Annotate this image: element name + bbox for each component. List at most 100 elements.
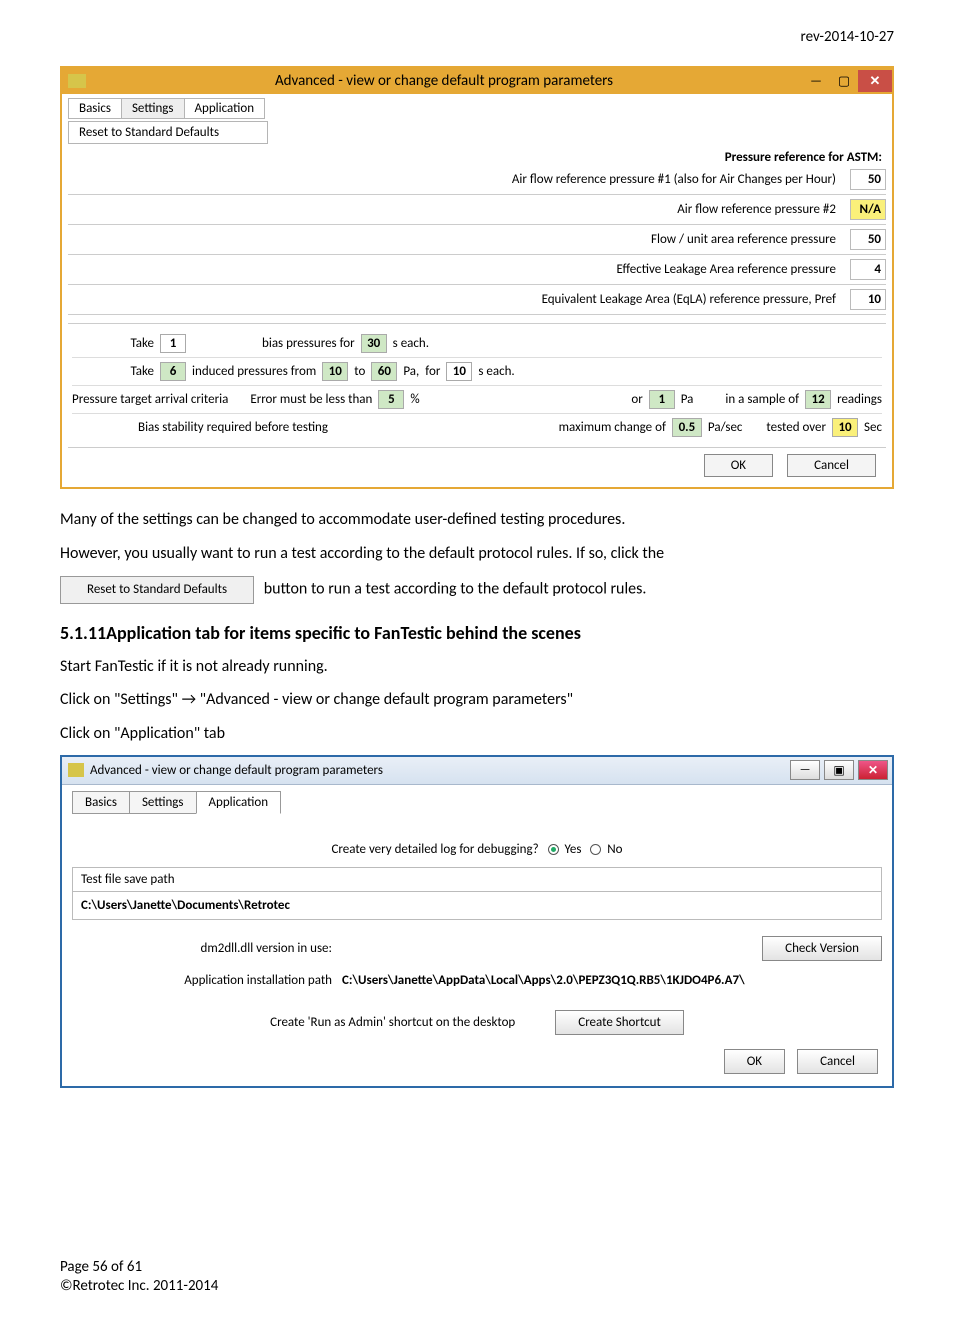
take-count-input[interactable]: 1 — [160, 334, 186, 353]
ok-button[interactable]: OK — [704, 454, 773, 477]
dialog-buttons: OK Cancel — [72, 1041, 882, 1076]
window-title: Advanced - view or change default progra… — [90, 763, 790, 778]
or-input[interactable]: 1 — [649, 390, 675, 409]
radio-yes[interactable] — [548, 844, 559, 855]
tab-settings[interactable]: Settings — [129, 791, 197, 814]
titlebar: Advanced - view or change default progra… — [62, 757, 892, 785]
press-label: Air flow reference pressure #1 (also for… — [68, 172, 842, 187]
page-footer: Page 56 of 61 ©Retrotec Inc. 2011-2014 — [60, 1258, 894, 1297]
tab-strip: Basics Settings Application — [72, 791, 882, 814]
tab-application[interactable]: Application — [196, 791, 282, 814]
testfile-block: Test file save path C:\Users\Janette\Doc… — [72, 867, 882, 920]
radio-no[interactable] — [590, 844, 601, 855]
reset-defaults-inline-button[interactable]: Reset to Standard Defaults — [60, 576, 254, 604]
each-label: s each. — [478, 364, 514, 379]
shortcut-row: Create 'Run as Admin' shortcut on the de… — [72, 994, 882, 1041]
press-label: Effective Leakage Area reference pressur… — [68, 262, 842, 277]
install-value: C:\Users\Janette\AppData\Local\Apps\2.0\… — [342, 973, 882, 988]
paragraph-tail: button to run a test according to the de… — [264, 580, 647, 599]
to-input[interactable]: 60 — [371, 362, 397, 381]
press-val[interactable]: 4 — [850, 259, 886, 280]
testfile-header: Test file save path — [73, 868, 881, 892]
max-input[interactable]: 0.5 — [672, 418, 702, 437]
testfile-value[interactable]: C:\Users\Janette\Documents\Retrotec — [73, 892, 881, 919]
pa-label: Pa, — [403, 364, 419, 379]
press-val[interactable]: 50 — [850, 169, 886, 190]
pressure-header: Pressure reference for ASTM: — [68, 150, 886, 165]
section-heading: 5.1.11Application tab for items specific… — [60, 622, 894, 644]
check-version-button[interactable]: Check Version — [762, 936, 882, 961]
press-val[interactable]: 10 — [850, 289, 886, 310]
sample-label: in a sample of — [725, 392, 799, 407]
tab-basics[interactable]: Basics — [68, 98, 122, 119]
press-label: Equivalent Leakage Area (EqLA) reference… — [68, 292, 842, 307]
from-input[interactable]: 10 — [322, 362, 348, 381]
reset-defaults-button[interactable]: Reset to Standard Defaults — [68, 121, 268, 144]
maximize-button[interactable]: ▣ — [824, 760, 854, 780]
criteria-head: Pressure target arrival criteria — [72, 392, 228, 407]
titlebar: Advanced - view or change default progra… — [62, 68, 892, 94]
maximize-button[interactable]: ▢ — [830, 70, 858, 92]
tab-strip: Basics Settings Application — [68, 98, 886, 119]
sample-input[interactable]: 12 — [805, 390, 831, 409]
for-input[interactable]: 10 — [446, 362, 472, 381]
take-count-input[interactable]: 6 — [160, 362, 186, 381]
text: "Advanced - view or change default progr… — [196, 690, 573, 709]
paragraph: Click on "Settings" → "Advanced - view o… — [60, 689, 894, 711]
criteria-row: Pressure target arrival criteria Error m… — [72, 386, 882, 414]
close-button[interactable]: ✕ — [858, 760, 888, 780]
pct-label: % — [410, 392, 419, 407]
bias-row: Take 1 bias pressures for 30 s each. — [72, 330, 882, 358]
tab-basics[interactable]: Basics — [72, 791, 130, 814]
arrow-icon: → — [182, 690, 196, 709]
pasec-label: Pa/sec — [708, 420, 743, 435]
section-title: Application tab for items specific to Fa… — [106, 622, 581, 644]
sec-label: Sec — [864, 420, 882, 435]
to-label: to — [354, 364, 365, 379]
install-label: Application installation path — [72, 973, 332, 988]
cancel-button[interactable]: Cancel — [787, 454, 876, 477]
window-body: Basics Settings Application Create very … — [62, 785, 892, 1086]
debug-label: Create very detailed log for debugging? — [331, 842, 538, 857]
press-val[interactable]: 50 — [850, 229, 886, 250]
window-controls: — ▢ ✕ — [802, 70, 892, 92]
section-number: 5.1.11 — [60, 622, 106, 644]
take-label: Take — [72, 364, 154, 379]
paragraph: Many of the settings can be changed to a… — [60, 509, 894, 531]
window-title: Advanced - view or change default progra… — [86, 72, 802, 90]
dialog-buttons: OK Cancel — [68, 447, 886, 483]
tab-application[interactable]: Application — [184, 98, 266, 119]
create-shortcut-button[interactable]: Create Shortcut — [555, 1010, 684, 1035]
copyright: ©Retrotec Inc. 2011-2014 — [60, 1277, 894, 1297]
paragraph: Reset to Standard Defaults button to run… — [60, 576, 894, 604]
minimize-button[interactable]: — — [802, 70, 830, 92]
cancel-button[interactable]: Cancel — [797, 1049, 878, 1074]
press-val[interactable]: N/A — [850, 199, 886, 220]
tested-input[interactable]: 10 — [832, 418, 858, 437]
application-window: Advanced - view or change default progra… — [60, 755, 894, 1088]
close-button[interactable]: ✕ — [858, 70, 892, 92]
yes-label: Yes — [564, 842, 581, 857]
bias-stability-head: Bias stability required before testing — [138, 420, 328, 435]
config-block: Take 1 bias pressures for 30 s each. Tak… — [68, 323, 886, 447]
settings-window: Advanced - view or change default progra… — [60, 66, 894, 489]
ok-button[interactable]: OK — [724, 1049, 785, 1074]
press-label: Air flow reference pressure #2 — [68, 202, 842, 217]
window-body: Basics Settings Application Reset to Sta… — [62, 94, 892, 487]
app-icon — [68, 74, 86, 88]
press-label: Flow / unit area reference pressure — [68, 232, 842, 247]
minimize-button[interactable]: — — [790, 760, 820, 780]
app-icon — [68, 763, 84, 777]
dll-row: dm2dll.dll version in use: Check Version — [72, 930, 882, 967]
tab-settings[interactable]: Settings — [121, 98, 185, 119]
paragraph: However, you usually want to run a test … — [60, 543, 894, 565]
induced-label: induced pressures from — [192, 364, 316, 379]
pa-label: Pa — [681, 392, 694, 407]
shortcut-label: Create 'Run as Admin' shortcut on the de… — [270, 1015, 515, 1030]
bias-seconds-input[interactable]: 30 — [361, 334, 387, 353]
error-label: Error must be less than — [250, 392, 372, 407]
install-row: Application installation path C:\Users\J… — [72, 967, 882, 994]
header-revision: rev-2014-10-27 — [60, 28, 894, 46]
text: Click on "Settings" — [60, 690, 182, 709]
error-input[interactable]: 5 — [378, 390, 404, 409]
